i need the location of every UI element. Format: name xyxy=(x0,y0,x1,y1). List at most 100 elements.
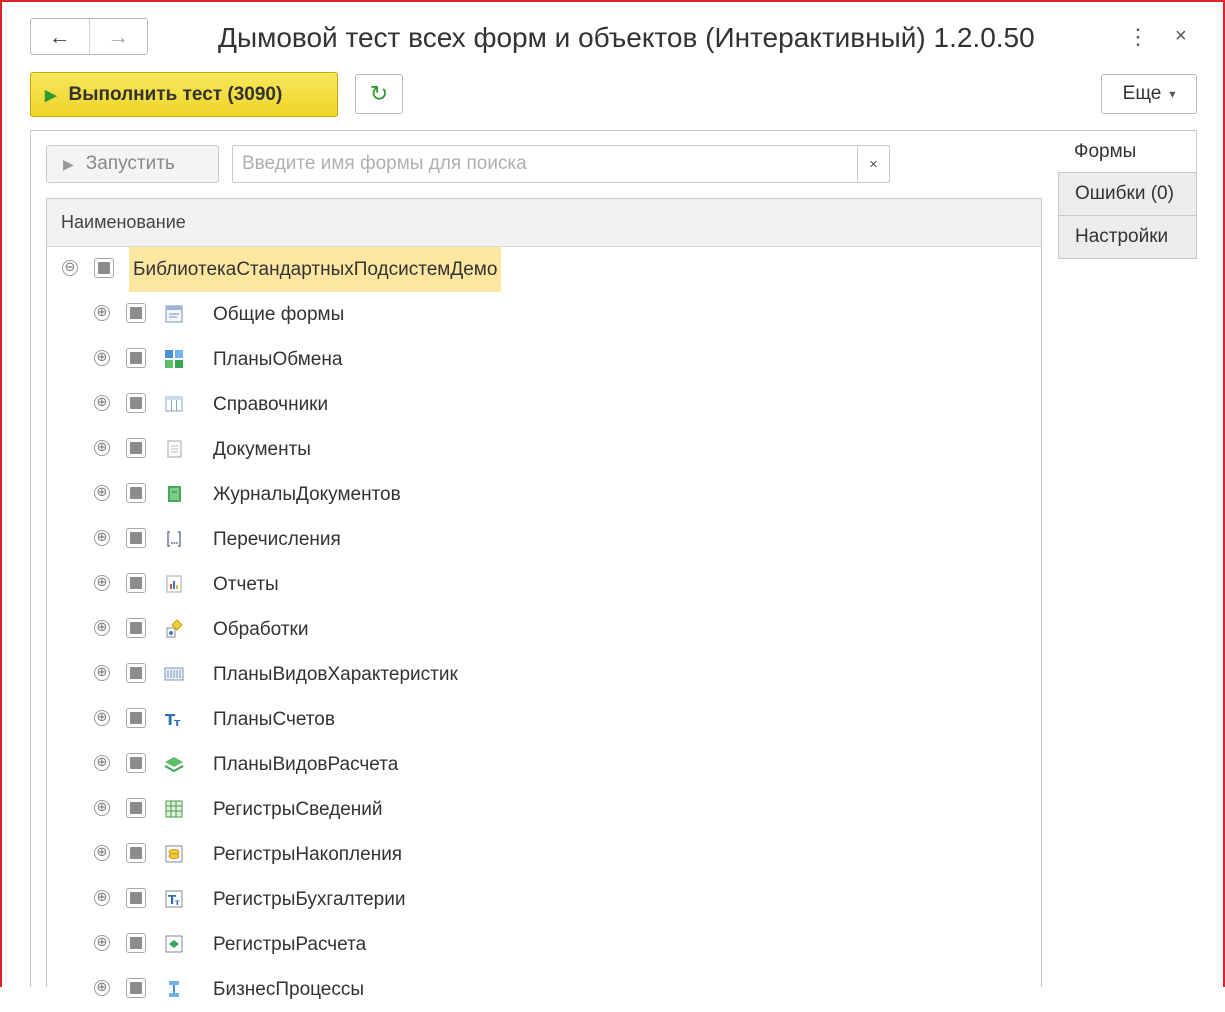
exchange-plans-icon xyxy=(165,350,183,368)
documents-icon xyxy=(167,440,182,458)
data-processors-icon xyxy=(166,619,183,638)
expand-icon[interactable]: ⊕ xyxy=(94,350,110,366)
tree-checkbox[interactable] xyxy=(126,978,146,998)
tree-item-label: РегистрыСведений xyxy=(213,799,383,820)
expand-icon[interactable]: ⊕ xyxy=(94,800,110,816)
tree-checkbox[interactable] xyxy=(126,933,146,953)
window-title: Дымовой тест всех форм и объектов (Интер… xyxy=(218,22,1035,53)
more-menu-icon[interactable]: ⋮ xyxy=(1127,26,1149,48)
expand-icon[interactable]: ⊕ xyxy=(94,440,110,456)
tree-row[interactable]: ⊕ ПланыВидовРасчета xyxy=(47,742,1041,787)
accumulation-registers-icon xyxy=(165,845,183,863)
common-forms-icon xyxy=(165,305,183,323)
tree-item-label: Общие формы xyxy=(213,304,345,325)
tree-checkbox[interactable] xyxy=(126,393,146,413)
tree-item-label: Отчеты xyxy=(213,574,279,595)
tree-item-label: РегистрыБухгалтерии xyxy=(213,889,406,910)
tree-checkbox[interactable] xyxy=(126,708,146,728)
expand-icon[interactable]: ⊕ xyxy=(94,710,110,726)
tree-checkbox[interactable] xyxy=(94,258,114,278)
tree-root-row[interactable]: ⊖ БиблиотекаСтандартныхПодсистемДемо xyxy=(47,247,1041,292)
accounting-registers-icon: Тт xyxy=(165,890,183,908)
tree-row[interactable]: ⊕ Документы xyxy=(47,427,1041,472)
tree-checkbox[interactable] xyxy=(126,483,146,503)
tree-checkbox[interactable] xyxy=(126,303,146,323)
tree-checkbox[interactable] xyxy=(126,573,146,593)
search-input[interactable] xyxy=(234,147,854,181)
information-registers-icon xyxy=(165,800,183,818)
document-journals-icon xyxy=(168,486,181,502)
column-header-label: Наименование xyxy=(61,212,186,232)
tree-row[interactable]: ⊕ БизнесПроцессы xyxy=(47,967,1041,1012)
chart-of-accounts-icon: Тт xyxy=(165,711,181,729)
tree-row[interactable]: ⊕ Обработки xyxy=(47,607,1041,652)
svg-text:т: т xyxy=(174,716,181,729)
expand-icon[interactable]: ⊕ xyxy=(94,575,110,591)
forward-button[interactable]: → xyxy=(88,19,148,54)
tree-checkbox[interactable] xyxy=(126,348,146,368)
tree-item-label: Перечисления xyxy=(213,529,341,550)
tree-item-label: ПланыВидовРасчета xyxy=(213,754,399,775)
collapse-icon[interactable]: ⊖ xyxy=(62,260,78,276)
tree-item-label: РегистрыРасчета xyxy=(213,934,367,955)
close-icon[interactable]: × xyxy=(1175,26,1187,46)
tree-row[interactable]: ⊕ Отчеты xyxy=(47,562,1041,607)
forms-tree: Наименование ⊖ БиблиотекаСтандартныхПодс… xyxy=(46,198,1042,1000)
nav-buttons: ← → xyxy=(30,18,148,55)
tree-row[interactable]: ⊕ ЖурналыДокументов xyxy=(47,472,1041,517)
start-button[interactable]: ▶ Запустить xyxy=(46,145,219,183)
refresh-icon: ↻ xyxy=(369,81,389,106)
expand-icon[interactable]: ⊕ xyxy=(94,980,110,996)
tree-item-label: ПланыСчетов xyxy=(213,709,335,730)
tree-item-label: ПланыОбмена xyxy=(213,349,343,370)
tree-row[interactable]: ⊕ Справочники xyxy=(47,382,1041,427)
tree-item-label: Документы xyxy=(213,439,311,460)
tree-checkbox[interactable] xyxy=(126,528,146,548)
column-header[interactable]: Наименование xyxy=(47,199,1041,247)
expand-icon[interactable]: ⊕ xyxy=(94,890,110,906)
search-field: × xyxy=(232,145,890,183)
expand-icon[interactable]: ⊕ xyxy=(94,530,110,546)
tree-row[interactable]: ⊕ ПланыВидовХарактеристик xyxy=(47,652,1041,697)
tree-checkbox[interactable] xyxy=(126,843,146,863)
tree-checkbox[interactable] xyxy=(126,753,146,773)
tree-checkbox[interactable] xyxy=(126,888,146,908)
tree-row[interactable]: ⊕ Тт ПланыСчетов xyxy=(47,697,1041,742)
side-tabs: Формы Ошибки (0) Настройки xyxy=(1058,130,1197,259)
tree-row[interactable]: ⊕ Тт РегистрыБухгалтерии xyxy=(47,877,1041,922)
tree-root-label: БиблиотекаСтандартныхПодсистемДемо xyxy=(129,247,502,292)
expand-icon[interactable]: ⊕ xyxy=(94,305,110,321)
clear-search-icon[interactable]: × xyxy=(857,146,889,182)
tree-row[interactable]: ⊕ ПланыОбмена xyxy=(47,337,1041,382)
chevron-down-icon: ▾ xyxy=(1169,87,1176,101)
tree-row[interactable]: ⊕ Общие формы xyxy=(47,292,1041,337)
tree-checkbox[interactable] xyxy=(126,798,146,818)
run-test-label: Выполнить тест (3090) xyxy=(68,83,283,105)
run-test-button[interactable]: ▶ Выполнить тест (3090) xyxy=(30,72,338,117)
tree-checkbox[interactable] xyxy=(126,438,146,458)
tree-row[interactable]: ⊕ Перечисления xyxy=(47,517,1041,562)
tab-settings[interactable]: Настройки xyxy=(1058,216,1197,259)
tree-row[interactable]: ⊕ РегистрыСведений xyxy=(47,787,1041,832)
expand-icon[interactable]: ⊕ xyxy=(94,620,110,636)
more-button[interactable]: Еще ▾ xyxy=(1101,74,1197,114)
tree-checkbox[interactable] xyxy=(126,663,146,683)
refresh-button[interactable]: ↻ xyxy=(355,74,403,114)
enums-icon xyxy=(167,531,181,547)
expand-icon[interactable]: ⊕ xyxy=(94,665,110,681)
tree-row[interactable]: ⊕ РегистрыНакопления xyxy=(47,832,1041,877)
tree-item-label: Справочники xyxy=(213,394,329,415)
expand-icon[interactable]: ⊕ xyxy=(94,485,110,501)
tab-errors[interactable]: Ошибки (0) xyxy=(1058,173,1197,216)
expand-icon[interactable]: ⊕ xyxy=(94,845,110,861)
tree-item-label: Обработки xyxy=(213,619,309,640)
tree-row[interactable]: ⊕ РегистрыРасчета xyxy=(47,922,1041,967)
calculation-registers-icon xyxy=(165,935,183,953)
expand-icon[interactable]: ⊕ xyxy=(94,395,110,411)
back-button[interactable]: ← xyxy=(31,19,89,54)
tree-checkbox[interactable] xyxy=(126,618,146,638)
expand-icon[interactable]: ⊕ xyxy=(94,935,110,951)
tab-forms[interactable]: Формы xyxy=(1058,130,1197,173)
expand-icon[interactable]: ⊕ xyxy=(94,755,110,771)
tree-item-label: БизнесПроцессы xyxy=(213,979,365,1000)
